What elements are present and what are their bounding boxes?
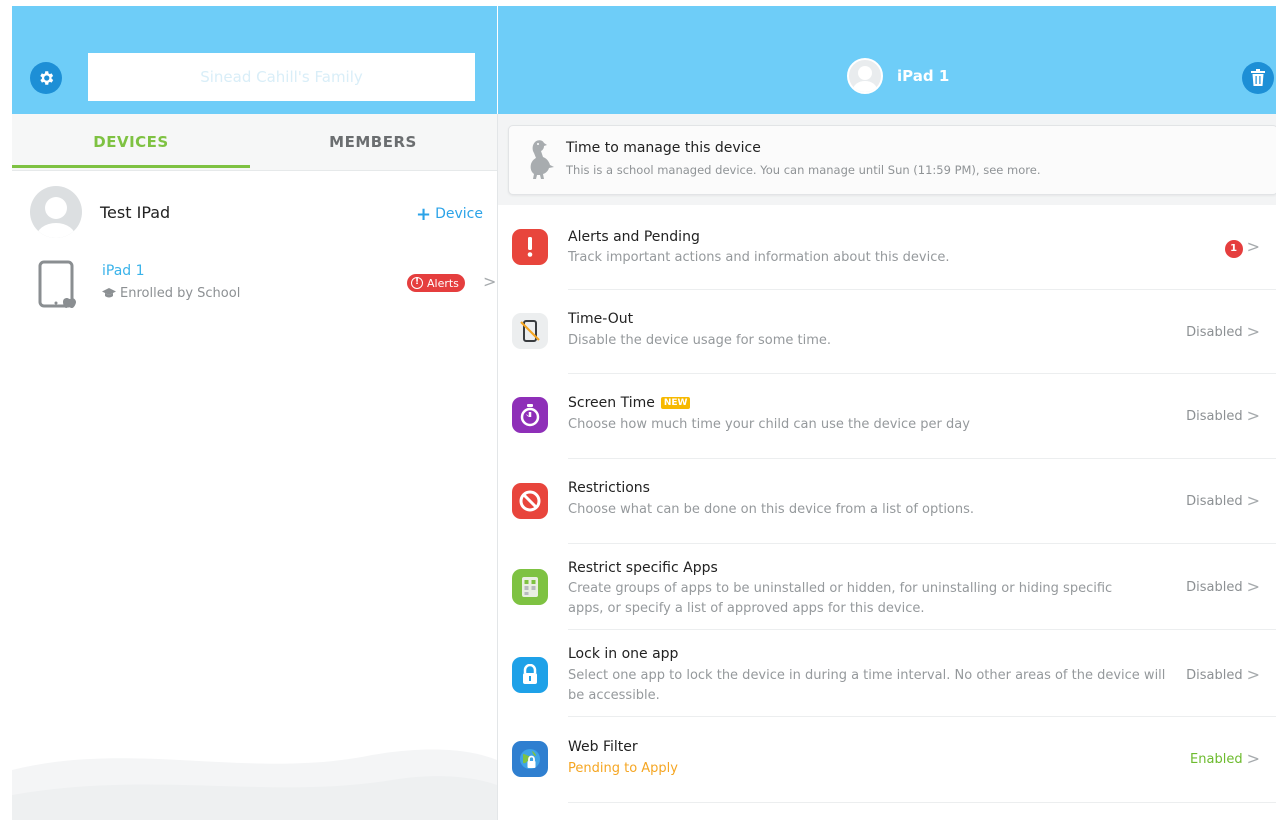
separator [568,802,1276,803]
item-subtitle: Create groups of apps to be uninstalled … [568,581,1113,616]
gear-icon [40,71,54,85]
device-title: iPad 1 [897,67,950,85]
list-item-alerts[interactable]: Alerts and Pending Track important actio… [498,205,1276,290]
add-device-button[interactable]: + Device [416,204,483,225]
plus-icon: + [416,204,432,225]
status-label: Enabled [1190,752,1243,767]
right-panel: Time to manage this device This is a sch… [498,114,1276,820]
chevron-right-icon: > [483,272,497,291]
status-label: Disabled [1186,580,1243,595]
manage-device-banner[interactable]: Time to manage this device This is a sch… [508,125,1276,195]
item-title: Alerts and Pending [568,229,700,245]
item-status: Disabled > [1186,577,1260,596]
dinosaur-icon [530,140,554,179]
chevron-right-icon: > [1246,237,1260,256]
chevron-right-icon: > [1246,322,1260,341]
pending-status: Pending to Apply [568,761,678,776]
item-status: Disabled > [1186,406,1260,425]
new-badge: NEW [660,397,691,409]
tab-devices[interactable]: DEVICES [12,114,250,170]
stopwatch-icon [512,397,548,433]
item-status: Enabled > [1190,749,1260,768]
list-item-lock-app[interactable]: Lock in one app Select one app to lock t… [498,630,1276,717]
list-item-web-filter[interactable]: Web Filter Pending to Apply Enabled > [498,717,1276,803]
chevron-right-icon: > [1246,406,1260,425]
alert-count-badge: 1 [1224,240,1243,258]
item-subtitle: Select one app to lock the device in dur… [568,668,1166,703]
item-title: Screen Time NEW [568,395,691,411]
member-name: Test IPad [100,203,171,222]
tab-bar: DEVICES MEMBERS [12,114,497,171]
alert-icon: ! [411,277,423,289]
chevron-right-icon: > [1246,577,1260,596]
settings-list: Alerts and Pending Track important actio… [498,205,1276,820]
add-device-label: Device [435,206,483,222]
enrolled-label: Enrolled by School [120,286,241,301]
item-status: 1 > [1224,237,1260,258]
device-list-item[interactable]: iPad 1 Enrolled by School ! Alerts > [38,260,496,312]
tab-members[interactable]: MEMBERS [254,114,492,170]
family-name-field[interactable]: Sinead Cahill's Family [88,53,475,101]
timeout-icon [512,313,548,349]
active-tab-indicator [12,165,250,168]
delete-device-button[interactable] [1242,62,1274,94]
chevron-right-icon: > [1246,665,1260,684]
chevron-right-icon: > [1246,749,1260,768]
lock-icon [512,657,548,693]
list-item-time-out[interactable]: Time-Out Disable the device usage for so… [498,290,1276,374]
status-label: Disabled [1186,409,1243,424]
item-status: Disabled > [1186,491,1260,510]
item-title: Lock in one app [568,646,679,662]
person-icon [853,66,877,92]
list-item-restrict-apps[interactable]: Restrict specific Apps Create groups of … [498,544,1276,630]
item-title: Web Filter [568,739,638,755]
item-status: Disabled > [1186,322,1260,341]
alerts-badge[interactable]: ! Alerts [407,274,465,292]
item-title: Restrict specific Apps [568,560,718,576]
chevron-right-icon: > [1246,491,1260,510]
app-grid-icon [512,569,548,605]
item-title: Time-Out [568,311,634,327]
item-subtitle: Choose how much time your child can use … [568,417,970,432]
settings-button[interactable] [30,62,62,94]
status-label: Disabled [1186,668,1243,683]
alerts-label: Alerts [427,276,459,290]
device-avatar[interactable] [847,58,883,94]
prohibited-icon [512,483,548,519]
alert-icon [512,229,548,265]
enrollment-status: Enrolled by School [102,286,240,301]
manage-title: Time to manage this device [566,140,761,156]
member-row: Test IPad + Device [30,186,495,238]
item-title: Restrictions [568,480,650,496]
item-title-text: Screen Time [568,395,655,411]
globe-lock-icon [512,741,548,777]
graduation-cap-icon [102,288,116,298]
item-status: Disabled > [1186,665,1260,684]
trash-icon [1251,69,1265,86]
person-icon [36,197,76,238]
decorative-waves [12,749,497,820]
item-subtitle: Track important actions and information … [568,250,950,265]
manage-subtitle: This is a school managed device. You can… [566,163,1041,177]
member-avatar[interactable] [30,186,82,238]
device-header: iPad 1 [847,58,949,94]
status-label: Disabled [1186,494,1243,509]
status-label: Disabled [1186,325,1243,340]
left-panel: DEVICES MEMBERS Test IPad + Device iPad 1 [12,114,497,820]
item-subtitle: Choose what can be done on this device f… [568,502,975,517]
list-item-restrictions[interactable]: Restrictions Choose what can be done on … [498,459,1276,544]
tablet-icon [38,260,76,308]
list-item-screen-time[interactable]: Screen Time NEW Choose how much time your… [498,374,1276,459]
device-name: iPad 1 [102,263,145,279]
item-subtitle: Disable the device usage for some time. [568,333,832,348]
